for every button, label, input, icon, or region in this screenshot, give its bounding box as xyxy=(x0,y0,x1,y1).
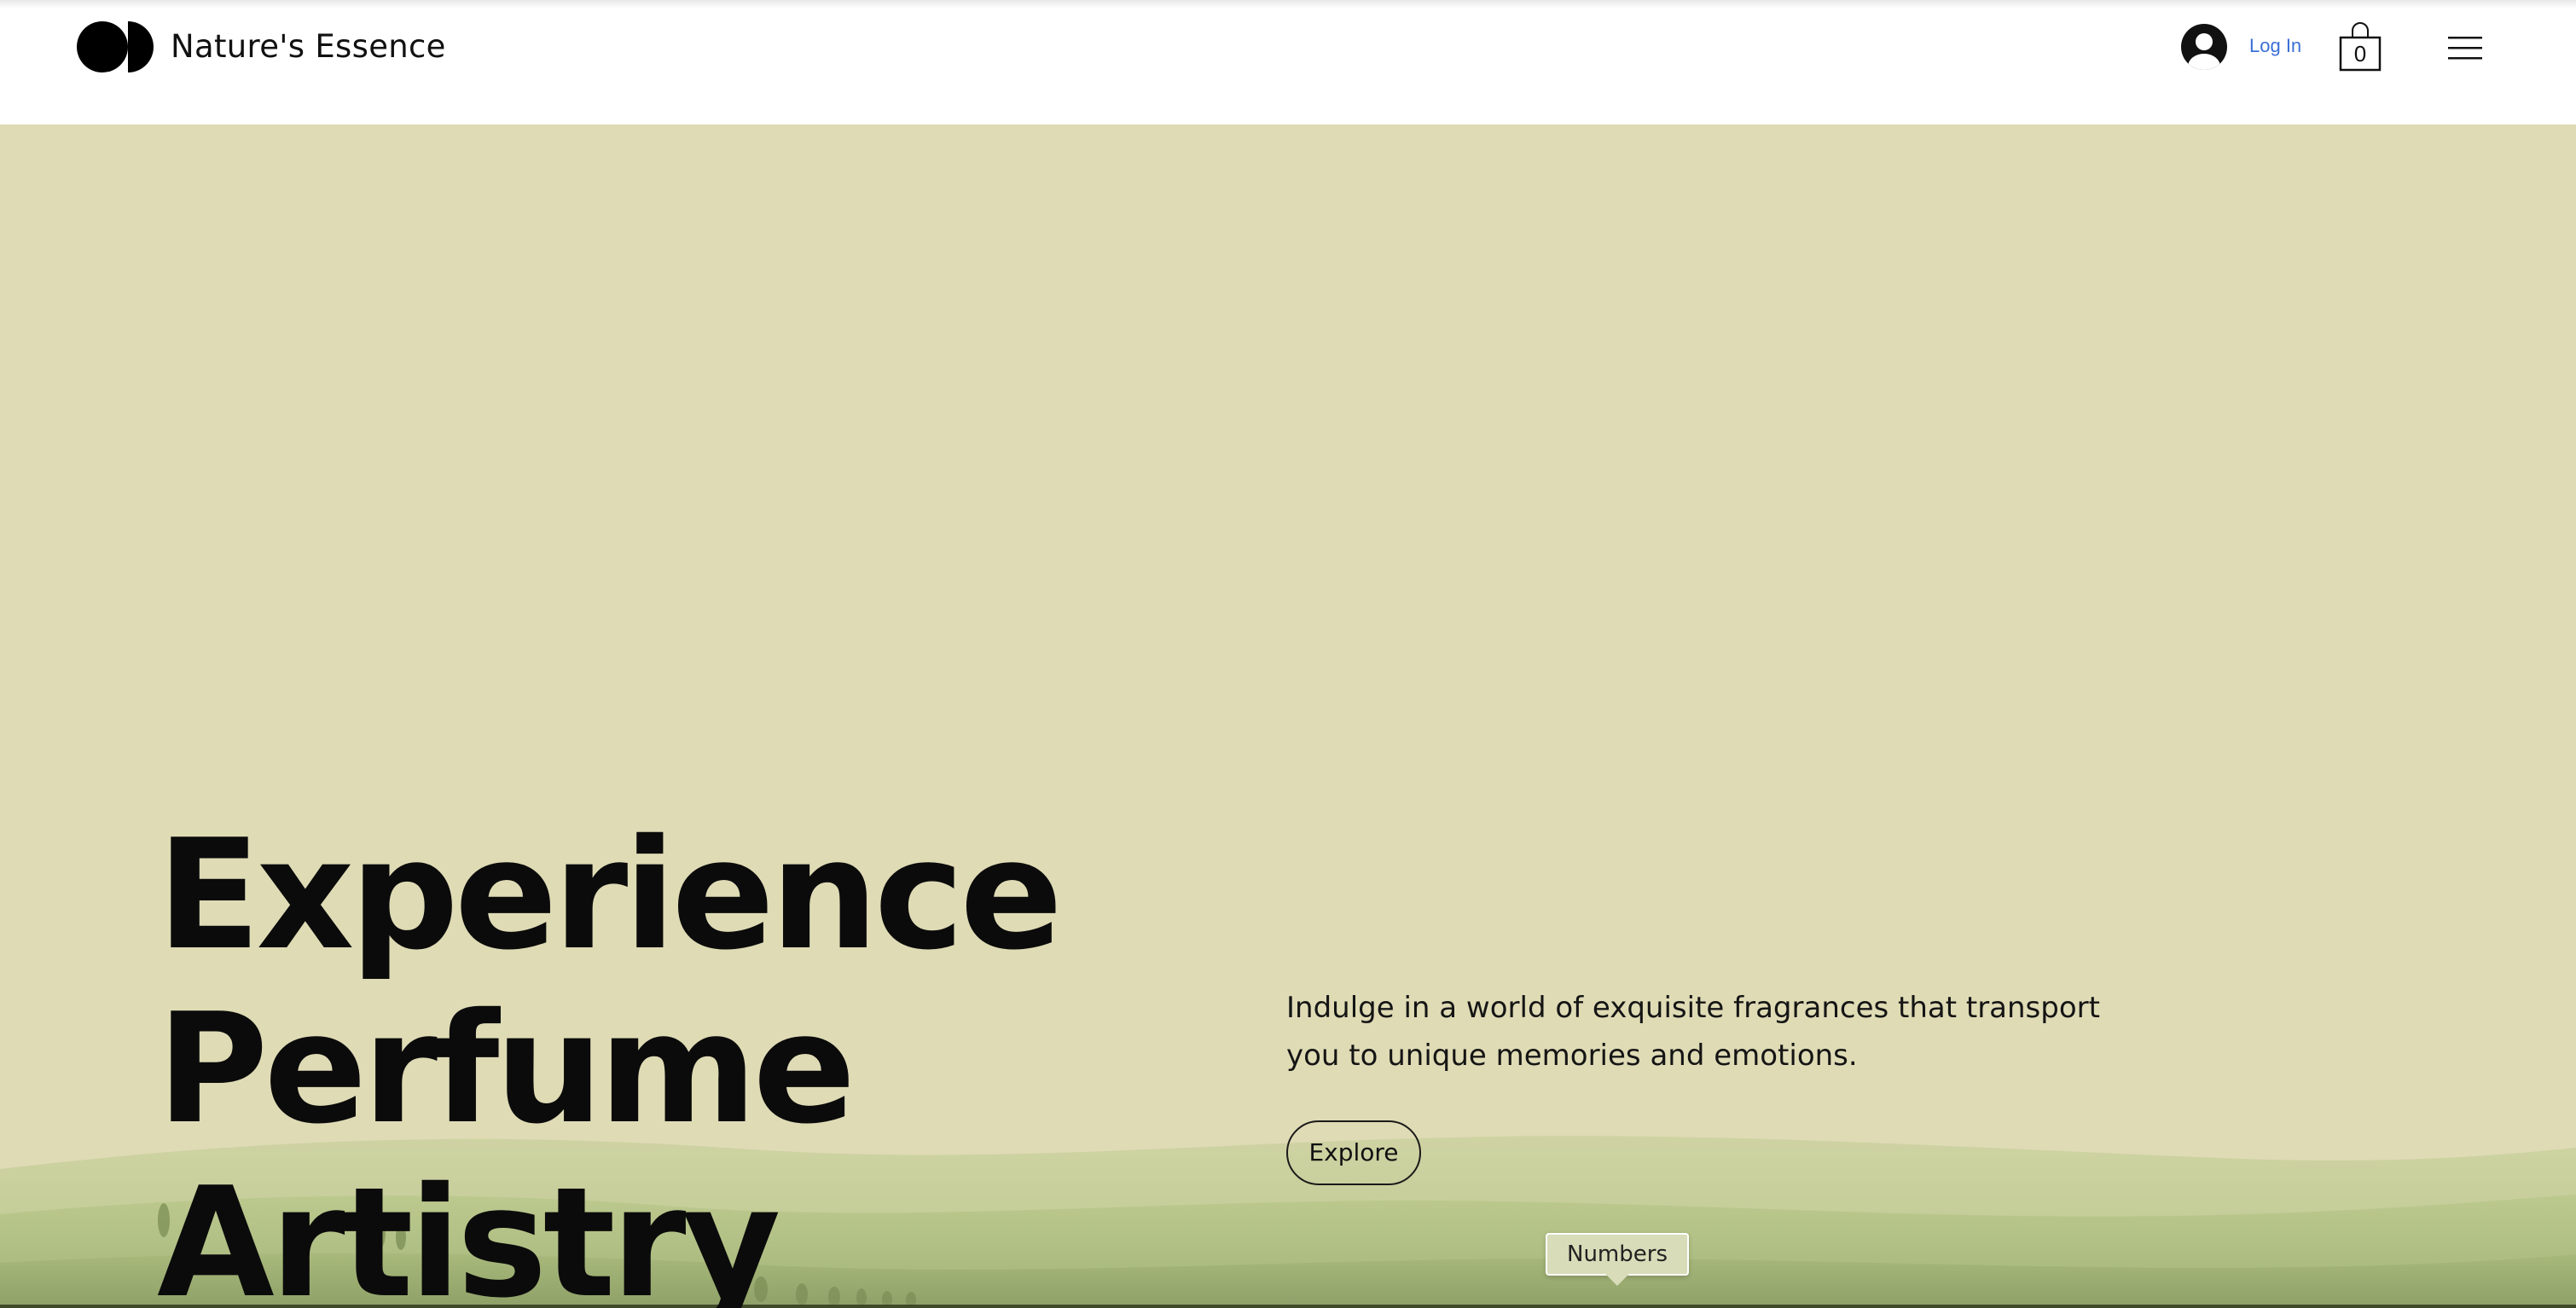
half-circles-logo-icon[interactable] xyxy=(77,21,154,72)
login-link[interactable]: Log In xyxy=(2249,35,2301,57)
numbers-tooltip: Numbers xyxy=(1546,1233,1689,1276)
brand-name[interactable]: Nature's Essence xyxy=(171,28,446,65)
tooltip-arrow xyxy=(1605,1274,1629,1286)
site-header: Nature's Essence Log In 0 xyxy=(0,0,2576,124)
explore-button[interactable]: Explore xyxy=(1286,1120,1421,1185)
cart-button[interactable]: 0 xyxy=(2338,20,2382,72)
user-avatar-icon[interactable] xyxy=(2181,24,2227,70)
header-top-shadow xyxy=(0,0,2576,9)
cart-count: 0 xyxy=(2353,41,2367,67)
hero-headline: Experience Perfume Artistry xyxy=(157,807,1063,1308)
hamburger-menu-icon[interactable] xyxy=(2446,32,2484,63)
headline-line-1: Experience xyxy=(157,807,1063,983)
headline-line-2: Perfume xyxy=(157,981,856,1157)
hero-description: Indulge in a world of exquisite fragranc… xyxy=(1286,991,2100,1073)
headline-line-3: Artistry xyxy=(157,1155,781,1308)
hero-section: Experience Perfume Artistry xyxy=(0,124,2576,1308)
